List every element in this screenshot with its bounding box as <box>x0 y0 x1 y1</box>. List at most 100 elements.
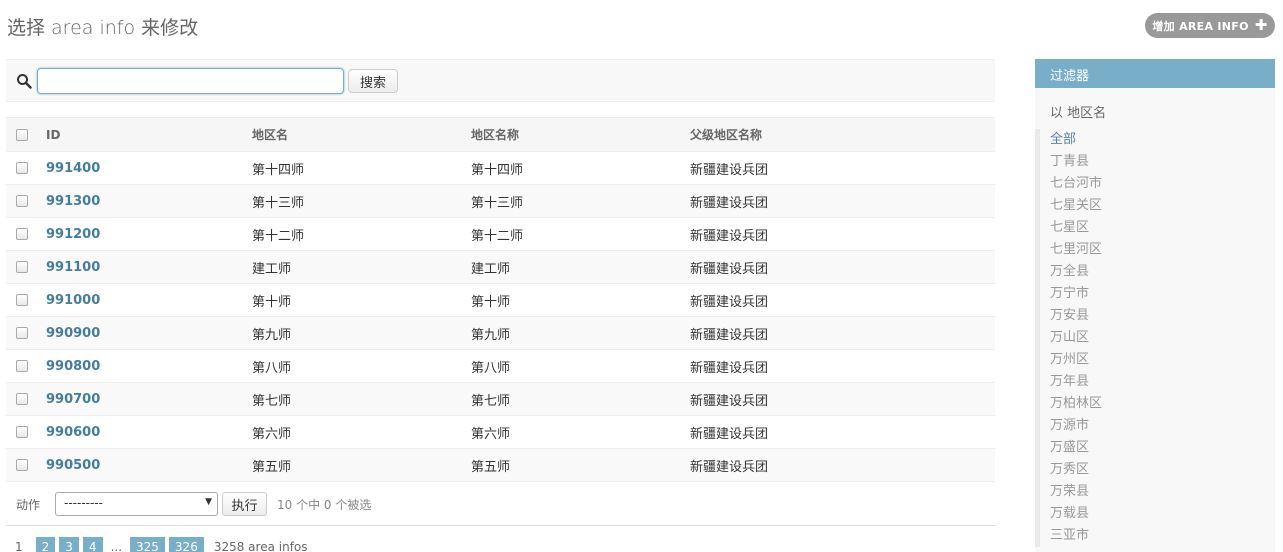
page-link[interactable]: 2 <box>35 537 56 552</box>
action-select[interactable]: --------- ▼ <box>55 492 218 516</box>
add-button-label: 增加 AREA INFO <box>1152 19 1249 33</box>
filter-item[interactable]: 丁青县 <box>1050 151 1275 173</box>
parent-cell: 新疆建设兵团 <box>690 184 995 218</box>
parent-cell: 新疆建设兵团 <box>690 250 995 284</box>
page-title: 选择 area info 来修改 <box>7 17 199 39</box>
id-cell: 991200 <box>40 217 252 251</box>
row-select-cell <box>6 349 40 383</box>
row-checkbox[interactable] <box>16 261 28 273</box>
name-cell: 第六师 <box>252 415 471 449</box>
parent-cell: 新疆建设兵团 <box>690 283 995 317</box>
page-link[interactable]: 326 <box>168 537 204 552</box>
id-link[interactable]: 990600 <box>46 425 100 440</box>
parent-cell: 新疆建设兵团 <box>690 217 995 251</box>
filter-subtitle: 以 地区名 <box>1050 106 1107 121</box>
name-cell: 第十三师 <box>252 184 471 218</box>
table-row: 991300 第十三师 第十三师 新疆建设兵团 <box>6 184 995 218</box>
column-header-parent[interactable]: 父级地区名称 <box>690 117 995 152</box>
row-select-cell <box>6 184 40 218</box>
id-cell: 990900 <box>40 316 252 350</box>
row-checkbox[interactable] <box>16 459 28 471</box>
row-checkbox[interactable] <box>16 393 28 405</box>
column-header-full-name[interactable]: 地区名称 <box>471 117 690 152</box>
filter-item[interactable]: 万全县 <box>1050 261 1275 283</box>
name-cell: 第十师 <box>252 283 471 317</box>
row-select-cell <box>6 250 40 284</box>
id-link[interactable]: 990500 <box>46 458 100 473</box>
filter-item[interactable]: 七里河区 <box>1050 239 1275 261</box>
table-row: 990600 第六师 第六师 新疆建设兵团 <box>6 415 995 449</box>
id-cell: 991000 <box>40 283 252 317</box>
id-cell: 991400 <box>40 151 252 185</box>
id-link[interactable]: 991000 <box>46 293 100 308</box>
table-row: 990500 第五师 第五师 新疆建设兵团 <box>6 448 995 482</box>
id-link[interactable]: 990700 <box>46 392 100 407</box>
table-row: 991000 第十师 第十师 新疆建设兵团 <box>6 283 995 317</box>
page-link[interactable]: 4 <box>82 537 103 552</box>
full-name-cell: 第八师 <box>471 349 690 383</box>
filter-item[interactable]: 七星关区 <box>1050 195 1275 217</box>
actions-bar: 动作 --------- ▼ 执行 10 个中 0 个被选 <box>6 481 995 526</box>
row-checkbox[interactable] <box>16 294 28 306</box>
filter-item[interactable]: 七台河市 <box>1050 173 1275 195</box>
filter-title: 过滤器 <box>1035 59 1275 88</box>
filter-item[interactable]: 七星区 <box>1050 217 1275 239</box>
full-name-cell: 第九师 <box>471 316 690 350</box>
row-select-cell <box>6 217 40 251</box>
full-name-cell: 第五师 <box>471 448 690 482</box>
filter-item[interactable]: 万荣县 <box>1050 481 1275 503</box>
table-header-row: ID 地区名 地区名称 父级地区名称 <box>6 117 995 152</box>
id-cell: 991100 <box>40 250 252 284</box>
filter-item[interactable]: 万柏林区 <box>1050 393 1275 415</box>
id-link[interactable]: 991200 <box>46 227 100 242</box>
id-link[interactable]: 991300 <box>46 194 100 209</box>
filter-item[interactable]: 万宁市 <box>1050 283 1275 305</box>
filter-item[interactable]: 万山区 <box>1050 327 1275 349</box>
id-link[interactable]: 991100 <box>46 260 100 275</box>
dropdown-arrow-icon: ▼ <box>205 497 212 507</box>
current-page: 1 <box>15 540 23 552</box>
filter-item[interactable]: 全部 <box>1050 129 1275 151</box>
table-row: 990800 第八师 第八师 新疆建设兵团 <box>6 349 995 383</box>
id-link[interactable]: 991400 <box>46 161 100 176</box>
row-select-cell <box>6 283 40 317</box>
id-cell: 990600 <box>40 415 252 449</box>
row-checkbox[interactable] <box>16 360 28 372</box>
selection-counter: 10 个中 0 个被选 <box>277 498 372 512</box>
filter-item[interactable]: 万州区 <box>1050 349 1275 371</box>
filter-item[interactable]: 万载县 <box>1050 503 1275 525</box>
add-area-info-button[interactable]: 增加 AREA INFO ✚ <box>1145 13 1275 38</box>
run-action-button[interactable]: 执行 <box>222 492 267 516</box>
filter-item[interactable]: 万盛区 <box>1050 437 1275 459</box>
filter-item[interactable]: 万秀区 <box>1050 459 1275 481</box>
row-checkbox[interactable] <box>16 162 28 174</box>
plus-icon: ✚ <box>1254 16 1268 34</box>
name-cell: 第五师 <box>252 448 471 482</box>
row-checkbox[interactable] <box>16 426 28 438</box>
search-button[interactable]: 搜索 <box>348 69 398 93</box>
select-all-checkbox[interactable] <box>16 129 28 141</box>
full-name-cell: 第十四师 <box>471 151 690 185</box>
id-link[interactable]: 990800 <box>46 359 100 374</box>
page-link[interactable]: 325 <box>130 537 165 552</box>
table-body: 991400 第十四师 第十四师 新疆建设兵团 991300 第十三师 第十三师 新疆建设兵团… <box>6 151 995 482</box>
search-input[interactable] <box>37 68 344 94</box>
column-header-id[interactable]: ID <box>40 117 252 152</box>
filter-sidebar: 过滤器 以 地区名 全部 丁青县 七台河市 七星关区 七星区 七里河区 万全县 万宁市 万安县万… <box>1035 59 1275 552</box>
column-header-name[interactable]: 地区名 <box>252 117 471 152</box>
filter-item[interactable]: 万安县 <box>1050 305 1275 327</box>
id-link[interactable]: 990900 <box>46 326 100 341</box>
page-link[interactable]: 3 <box>59 537 79 552</box>
filter-item[interactable]: 万源市 <box>1050 415 1275 437</box>
row-select-cell <box>6 415 40 449</box>
full-name-cell: 第十二师 <box>471 217 690 251</box>
row-checkbox[interactable] <box>16 228 28 240</box>
row-checkbox[interactable] <box>16 327 28 339</box>
row-checkbox[interactable] <box>16 195 28 207</box>
id-cell: 990500 <box>40 448 252 482</box>
filter-item[interactable]: 三亚市 <box>1050 525 1275 547</box>
filter-item[interactable]: 万年县 <box>1050 371 1275 393</box>
result-total: 3258 area infos <box>213 540 308 552</box>
row-select-cell <box>6 448 40 482</box>
parent-cell: 新疆建设兵团 <box>690 151 995 185</box>
